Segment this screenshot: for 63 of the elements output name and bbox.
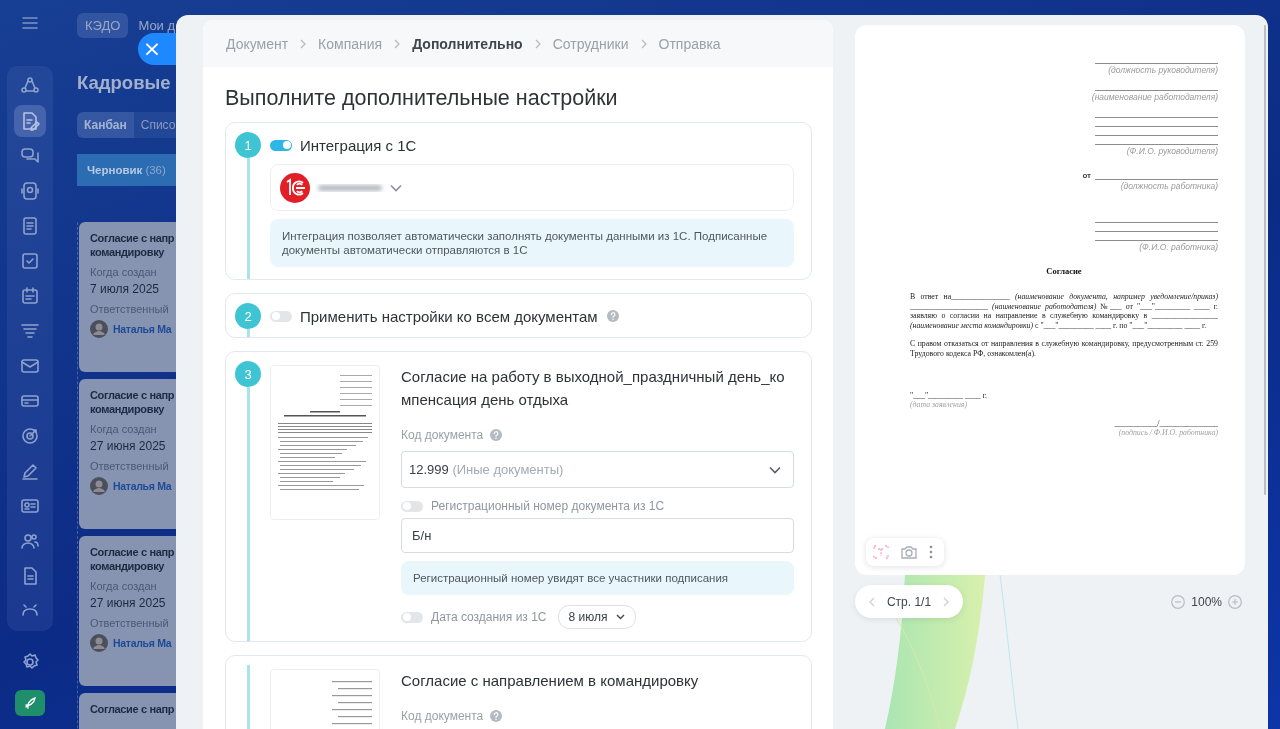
person-link[interactable]: Наталья Ма [113,637,172,649]
card-title: Согласие с напр [90,545,176,559]
field-caption: (Ф.И.О. руководителя) [1126,146,1218,157]
date-dropdown[interactable]: 8 июля [557,605,636,629]
step-number: 1 [235,132,261,158]
field-label: Когда создан [90,580,158,592]
breadcrumb-step[interactable]: Сотрудники [552,35,629,52]
field-label: Ответственный [90,460,170,472]
document-heading: Согласие [1045,266,1083,276]
column-name: Черновик [87,164,143,176]
card-title: Согласие с напр [90,388,176,402]
select-value: 12.999 (Иные документы) [409,462,564,477]
field-caption: (Ф.И.О. работника) [1139,242,1218,253]
card-title: командировку [90,559,166,573]
kanban-card[interactable]: Согласие с напр командировку Когда создан 27 июня 2025 Ответственный Наталья Ма [79,536,176,686]
zoom-level: 100% [1191,594,1222,609]
field-caption: (должность работника) [1120,181,1218,192]
date-text: 7 июля 2025 [90,282,160,296]
kanban-card[interactable]: Согласие с напр [79,693,176,729]
toggle-label: Дата создания из 1С [431,610,547,624]
registration-number-field[interactable]: Б/н [401,518,794,553]
page-indicator: Стр. 1/1 [886,594,932,609]
date-text: 27 июня 2025 [90,439,167,453]
field-caption: (наименование работодателя) [1091,92,1218,103]
document-title: Согласие с направлением в командировку [401,671,700,691]
breadcrumb-step[interactable]: Дополнительно [412,35,523,52]
toggle-label: Регистрационный номер документа из 1С [431,499,665,513]
card-title: командировку [90,245,166,259]
breadcrumb-step[interactable]: Документ [226,35,289,52]
field-label: Ответственный [90,617,170,629]
field-label: Ответственный [90,303,170,315]
close-button[interactable]: × [138,33,176,65]
document-code-select[interactable]: 12.999 (Иные документы) [401,451,794,488]
kanban-card[interactable]: Согласие с напр командировку Когда создан 27 июня 2025 Ответственный Наталья Ма [79,379,176,529]
document-title: Согласие на работу в выходной_праздничный день_компенсация день отдыха [401,367,786,410]
field-label: Когда создан [90,266,158,278]
toggle-label: Применить настройки ко всем документам [300,307,598,325]
date-text: 27 июня 2025 [90,596,167,610]
card-title: Согласие с напр [90,702,176,716]
info-message: Регистрационный номер увидят все участники подписания [401,561,794,595]
breadcrumb-step[interactable]: Компания [318,35,383,52]
column-count: (36) [145,164,166,176]
view-tab[interactable]: Списо [133,112,176,138]
top-tab[interactable]: КЭДО [77,12,129,38]
step-number: 2 [235,303,261,329]
top-tab[interactable]: Мои д [138,18,176,32]
field-caption: (должность руководителя) [1108,65,1218,76]
person-link[interactable]: Наталья Ма [113,480,172,492]
card-title: командировку [90,402,166,416]
page-heading: Выполните дополнительные настройки [225,85,619,112]
kanban-card[interactable]: Согласие с напр командировку Когда создан 7 июля 2025 Ответственный Наталья Ма [79,222,176,372]
card-title: Согласие с напр [90,231,176,245]
toggle-label: Интеграция с 1С [300,136,417,154]
person-link[interactable]: Наталья Ма [113,323,172,335]
page-title: Кадровые [77,72,171,94]
view-tab[interactable]: Канбан [77,112,134,138]
field-label: Код документа [401,709,484,723]
info-message: Интеграция позволяет автоматически заполнять документы данными из 1С. Подписанные документы автоматически отправляются в 1С [270,219,794,267]
field-label: Когда создан [90,423,158,435]
breadcrumb-step[interactable]: Отправка [658,35,721,52]
prefix-text: от [1082,171,1091,180]
field-label: Код документа [401,428,484,442]
step-number: 3 [235,361,261,387]
